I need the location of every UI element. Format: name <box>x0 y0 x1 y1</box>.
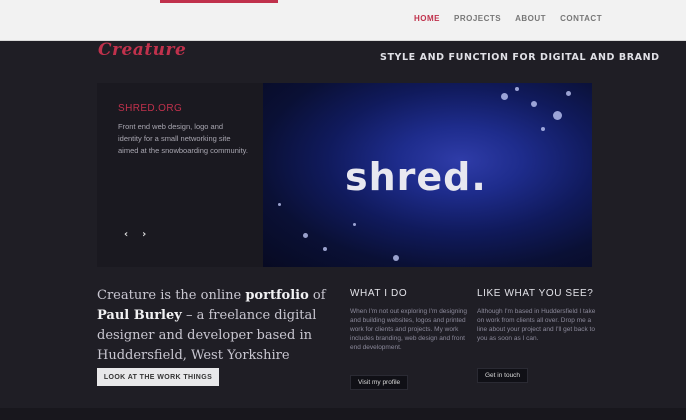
project-description: Front end web design, logo and identity … <box>118 122 248 155</box>
project-image[interactable]: shred. <box>263 83 592 267</box>
paint-splatter <box>323 247 327 251</box>
intro-section: Creature is the online portfolio of Paul… <box>0 268 686 420</box>
nav-contact[interactable]: CONTACT <box>560 14 602 23</box>
paint-splatter <box>515 87 519 91</box>
intro-text-bold: Paul Burley <box>97 308 182 323</box>
paint-splatter <box>501 93 508 100</box>
top-navigation-bar: HOME PROJECTS ABOUT CONTACT <box>0 0 686 41</box>
site-tagline: STYLE AND FUNCTION FOR DIGITAL AND BRAND <box>380 52 660 63</box>
what-i-do-column: WHAT I DO When I'm not out exploring I'm… <box>350 288 470 390</box>
column-heading: LIKE WHAT YOU SEE? <box>477 288 594 299</box>
accent-line <box>160 0 278 3</box>
get-in-touch-button[interactable]: Get in touch <box>477 368 529 383</box>
paint-splatter <box>353 223 356 226</box>
project-title[interactable]: SHRED.ORG <box>118 103 182 114</box>
page: HOME PROJECTS ABOUT CONTACT Creature STY… <box>0 0 686 420</box>
paint-splatter <box>531 101 537 107</box>
intro-text-part: Creature is the online <box>97 288 246 303</box>
nav-about[interactable]: ABOUT <box>515 14 546 23</box>
paint-splatter <box>541 127 545 131</box>
shred-logo-text: shred. <box>345 155 487 199</box>
chevron-left-icon[interactable]: ‹ <box>124 229 128 240</box>
slider-controls: ‹ › <box>124 229 146 240</box>
paint-splatter <box>393 255 399 261</box>
nav-home[interactable]: HOME <box>414 14 440 23</box>
like-what-you-see-column: LIKE WHAT YOU SEE? Although I'm based in… <box>477 288 597 383</box>
paint-splatter <box>566 91 571 96</box>
look-at-work-button[interactable]: LOOK AT THE WORK THINGS <box>97 368 219 386</box>
column-text: When I'm not out exploring I'm designing… <box>350 308 468 351</box>
site-logo[interactable]: Creature <box>98 40 186 60</box>
column-text: Although I'm based in Huddersfield I tak… <box>477 308 596 342</box>
intro-text-bold: portfolio <box>245 288 309 303</box>
paint-splatter <box>278 203 281 206</box>
featured-project-slider: SHRED.ORG Front end web design, logo and… <box>97 83 592 267</box>
visit-profile-button[interactable]: Visit my profile <box>350 375 409 390</box>
footer-strip <box>0 408 686 420</box>
main-nav: HOME PROJECTS ABOUT CONTACT <box>414 14 602 23</box>
slider-caption-panel: SHRED.ORG Front end web design, logo and… <box>97 83 263 267</box>
chevron-right-icon[interactable]: › <box>142 229 146 240</box>
column-heading: WHAT I DO <box>350 288 408 299</box>
paint-splatter <box>553 111 562 120</box>
nav-projects[interactable]: PROJECTS <box>454 14 501 23</box>
intro-text-part: of <box>308 288 326 303</box>
paint-splatter <box>303 233 308 238</box>
intro-text: Creature is the online portfolio of Paul… <box>97 286 337 366</box>
